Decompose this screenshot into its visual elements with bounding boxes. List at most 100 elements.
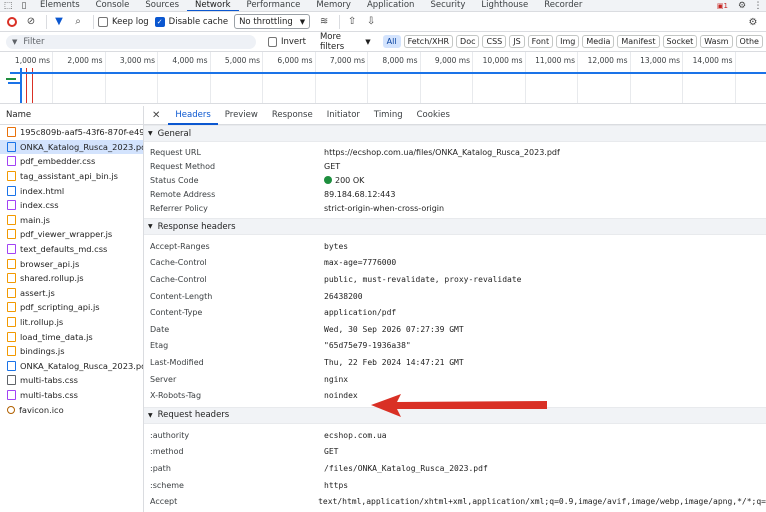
request-list-item[interactable]: 195c809b-aaf5-43f6-870f-e49...: [0, 125, 143, 140]
tab-memory[interactable]: Memory: [308, 0, 359, 11]
detail-tab-response[interactable]: Response: [265, 106, 320, 125]
request-list-item[interactable]: load_time_data.js: [0, 329, 143, 344]
tab-performance[interactable]: Performance: [239, 0, 309, 11]
network-overview-timeline[interactable]: 1,000 ms 2,000 ms 3,000 ms 4,000 ms 5,000 ms…: [0, 52, 766, 104]
export-har-button[interactable]: ⇩: [363, 14, 379, 30]
inspect-element-icon[interactable]: ⬚: [0, 0, 16, 11]
invert-checkbox[interactable]: [267, 36, 277, 47]
request-list-item[interactable]: browser_api.js: [0, 256, 143, 271]
request-list-item[interactable]: bindings.js: [0, 344, 143, 359]
css-file-icon: [7, 244, 16, 255]
issues-badge[interactable]: ▣1: [717, 2, 728, 10]
import-har-button[interactable]: ⇧: [344, 14, 360, 30]
filter-chip-socket[interactable]: Socket: [662, 35, 698, 48]
issues-count: 1: [723, 2, 728, 10]
filter-chip-fetchxhr[interactable]: Fetch/XHR: [403, 35, 454, 48]
tab-security[interactable]: Security: [422, 0, 473, 11]
timeline-gridline: [209, 52, 211, 103]
request-list-item[interactable]: index.css: [0, 198, 143, 213]
disable-cache-checkbox[interactable]: ✓: [154, 16, 165, 27]
chevron-down-icon: ▼: [365, 37, 371, 46]
request-list-item[interactable]: text_defaults_md.css: [0, 242, 143, 257]
request-list-item[interactable]: index.html: [0, 183, 143, 198]
more-options-icon[interactable]: ⋮: [750, 0, 766, 11]
timeline-tick-label: 4,000 ms: [172, 56, 208, 65]
timeline-tick-label: 1,000 ms: [14, 56, 50, 65]
timeline-tick-label: 11,000 ms: [535, 56, 575, 65]
throttling-select[interactable]: No throttling ▼: [234, 14, 311, 29]
filter-chip-img[interactable]: Img: [556, 35, 580, 48]
filter-chip-font[interactable]: Font: [527, 35, 554, 48]
more-filters-dropdown[interactable]: More filters ▼: [320, 32, 371, 52]
network-settings-button[interactable]: ⚙: [745, 14, 761, 30]
header-row: Content-Length 26438200: [144, 288, 766, 305]
clear-button[interactable]: ⊘: [23, 14, 39, 30]
request-list-item[interactable]: lit.rollup.js: [0, 315, 143, 330]
filter-chip-media[interactable]: Media: [582, 35, 615, 48]
filter-chip-js[interactable]: JS: [509, 35, 525, 48]
network-conditions-button[interactable]: ≋: [316, 14, 332, 30]
name-column-header[interactable]: Name: [0, 106, 143, 125]
request-list-item[interactable]: multi-tabs.css: [0, 373, 143, 388]
filter-chip-css[interactable]: CSS: [482, 35, 507, 48]
request-name: text_defaults_md.css: [20, 244, 108, 255]
response_headers-section-header[interactable]: ▼ Response headers: [144, 218, 766, 235]
header-value-text: /files/ONKA_Katalog_Rusca_2023.pdf: [324, 463, 488, 473]
preserve-log-checkbox[interactable]: [98, 16, 108, 27]
detail-tab-headers[interactable]: Headers: [168, 106, 218, 125]
request-list-item[interactable]: pdf_viewer_wrapper.js: [0, 227, 143, 242]
header-value: public, must-revalidate, proxy-revalidat…: [324, 275, 521, 284]
header-row: :path/files/ONKA_Katalog_Rusca_2023.pdf: [144, 460, 766, 477]
section-chevron-icon: ▼: [148, 223, 153, 230]
request-list-item[interactable]: multi-tabs.css: [0, 388, 143, 403]
record-stop-button[interactable]: [4, 14, 20, 30]
request-list-item[interactable]: assert.js: [0, 286, 143, 301]
tab-elements[interactable]: Elements: [32, 0, 88, 11]
filter-chip-all[interactable]: All: [382, 35, 401, 48]
fav-file-icon: [7, 405, 15, 414]
request-list-item[interactable]: ONKA_Katalog_Rusca_2023.pdf: [0, 139, 143, 155]
filter-chip-wasm[interactable]: Wasm: [700, 35, 733, 48]
request-list-item[interactable]: pdf_embedder.css: [0, 154, 143, 169]
filter-chip-manifest[interactable]: Manifest: [617, 35, 660, 48]
timeline-tick-label: 3,000 ms: [119, 56, 155, 65]
header-value: text/html,application/xhtml+xml,applicat…: [318, 497, 766, 506]
filter-input[interactable]: ▼ Filter: [6, 34, 256, 49]
detail-tab-preview[interactable]: Preview: [218, 106, 265, 125]
request-list-item[interactable]: tag_assistant_api_bin.js: [0, 169, 143, 184]
filter-toggle-button[interactable]: ▼: [51, 14, 67, 30]
detail-tab-cookies[interactable]: Cookies: [410, 106, 457, 125]
more-filters-label: More filters: [319, 31, 345, 52]
header-value-text: strict-origin-when-cross-origin: [324, 203, 445, 213]
filter-chip-doc[interactable]: Doc: [456, 35, 480, 48]
general-section-header[interactable]: ▼ General: [144, 125, 766, 142]
request-list-item[interactable]: pdf_scripting_api.js: [0, 300, 143, 315]
tab-sources[interactable]: Sources: [137, 0, 187, 11]
settings-gear-icon[interactable]: ⚙: [734, 0, 750, 11]
device-toolbar-icon[interactable]: ▯: [16, 0, 32, 11]
close-details-icon[interactable]: ✕: [152, 110, 160, 121]
timeline-tick-label: 7,000 ms: [329, 56, 365, 65]
timeline-tick-label: 2,000 ms: [67, 56, 103, 65]
timeline-tick-label: 9,000 ms: [434, 56, 470, 65]
tab-console[interactable]: Console: [88, 0, 138, 11]
detail-tab-initiator[interactable]: Initiator: [320, 106, 367, 125]
header-value-text: nginx: [324, 374, 349, 384]
tab-recorder[interactable]: Recorder: [536, 0, 590, 11]
header-name: Accept: [150, 497, 178, 507]
detail-tab-timing[interactable]: Timing: [367, 106, 410, 125]
timeline-gridline: [157, 52, 158, 103]
tab-application[interactable]: Application: [359, 0, 423, 11]
tab-lighthouse[interactable]: Lighthouse: [473, 0, 536, 11]
request-list-item[interactable]: favicon.ico: [0, 402, 143, 417]
search-button[interactable]: ⌕: [70, 14, 86, 30]
request-list-item[interactable]: ONKA_Katalog_Rusca_2023.pdf: [0, 359, 143, 374]
timeline-gridline: [104, 52, 106, 103]
header-name: Accept-Ranges: [150, 241, 210, 251]
tab-network[interactable]: Network: [187, 0, 239, 11]
filter-chip-othe[interactable]: Othe: [735, 35, 763, 48]
request-list-item[interactable]: main.js: [0, 213, 143, 228]
header-value-text: Wed, 30 Sep 2026 07:27:39 GMT: [324, 324, 464, 334]
request_headers-section-title: Request headers: [157, 410, 230, 421]
request-list-item[interactable]: shared.rollup.js: [0, 271, 143, 286]
